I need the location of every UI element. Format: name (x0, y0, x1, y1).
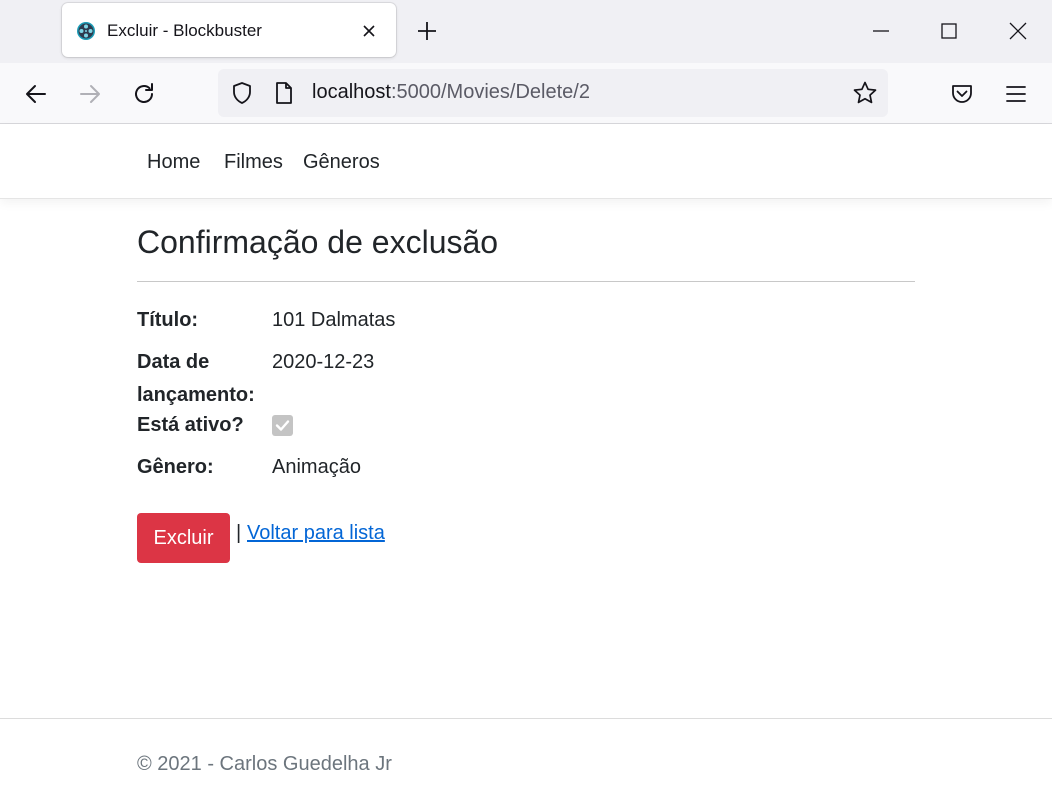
minimize-icon[interactable] (868, 18, 894, 44)
footer-copyright: © 2021 - Carlos Guedelha Jr (137, 753, 392, 775)
nav-link-generos[interactable]: Gêneros (303, 151, 380, 174)
nav-link-filmes[interactable]: Filmes (224, 151, 283, 174)
close-window-icon[interactable] (1005, 18, 1031, 44)
url-text[interactable]: localhost:5000/Movies/Delete/2 (312, 81, 590, 104)
film-reel-icon (77, 22, 95, 40)
url-host: localhost (312, 81, 391, 103)
link-separator: | (236, 522, 242, 544)
maximize-icon[interactable] (936, 18, 962, 44)
close-tab-icon[interactable] (358, 20, 380, 42)
label-data-de-lancamento-line1: Data de (137, 351, 210, 373)
label-titulo: Título: (137, 309, 199, 331)
hamburger-menu-icon[interactable] (1003, 81, 1029, 107)
ativo-checkbox (272, 415, 293, 436)
checkmark-icon (275, 420, 290, 431)
back-to-list-link[interactable]: Voltar para lista (247, 522, 385, 545)
reload-icon[interactable] (131, 81, 157, 107)
page-title: Confirmação de exclusão (137, 224, 499, 260)
new-tab-icon[interactable] (416, 20, 438, 42)
label-data-de-lancamento-line2: lançamento: (137, 384, 255, 406)
url-bar[interactable]: localhost:5000/Movies/Delete/2 (218, 69, 888, 117)
site-header: Home Filmes Gêneros (0, 124, 1052, 199)
pocket-icon[interactable] (949, 81, 975, 107)
shield-icon[interactable] (230, 81, 254, 105)
footer-divider (0, 718, 1052, 719)
browser-tab-bar: Excluir - Blockbuster (0, 0, 1052, 63)
value-genero: Animação (272, 456, 361, 478)
browser-toolbar: localhost:5000/Movies/Delete/2 (0, 63, 1052, 124)
nav-link-home[interactable]: Home (147, 151, 200, 174)
value-titulo: 101 Dalmatas (272, 309, 396, 331)
tab-title: Excluir - Blockbuster (107, 21, 262, 40)
url-path: :5000/Movies/Delete/2 (390, 81, 590, 103)
page-icon[interactable] (273, 81, 295, 105)
back-arrow-icon[interactable] (23, 81, 49, 107)
label-genero: Gênero: (137, 456, 214, 478)
bookmark-star-icon[interactable] (852, 80, 878, 106)
label-esta-ativo: Está ativo? (137, 414, 244, 436)
browser-tab[interactable]: Excluir - Blockbuster (62, 3, 396, 57)
title-divider (137, 281, 915, 282)
forward-arrow-icon[interactable] (77, 81, 103, 107)
value-data-de-lancamento: 2020-12-23 (272, 351, 375, 373)
delete-button[interactable]: Excluir (137, 513, 230, 563)
